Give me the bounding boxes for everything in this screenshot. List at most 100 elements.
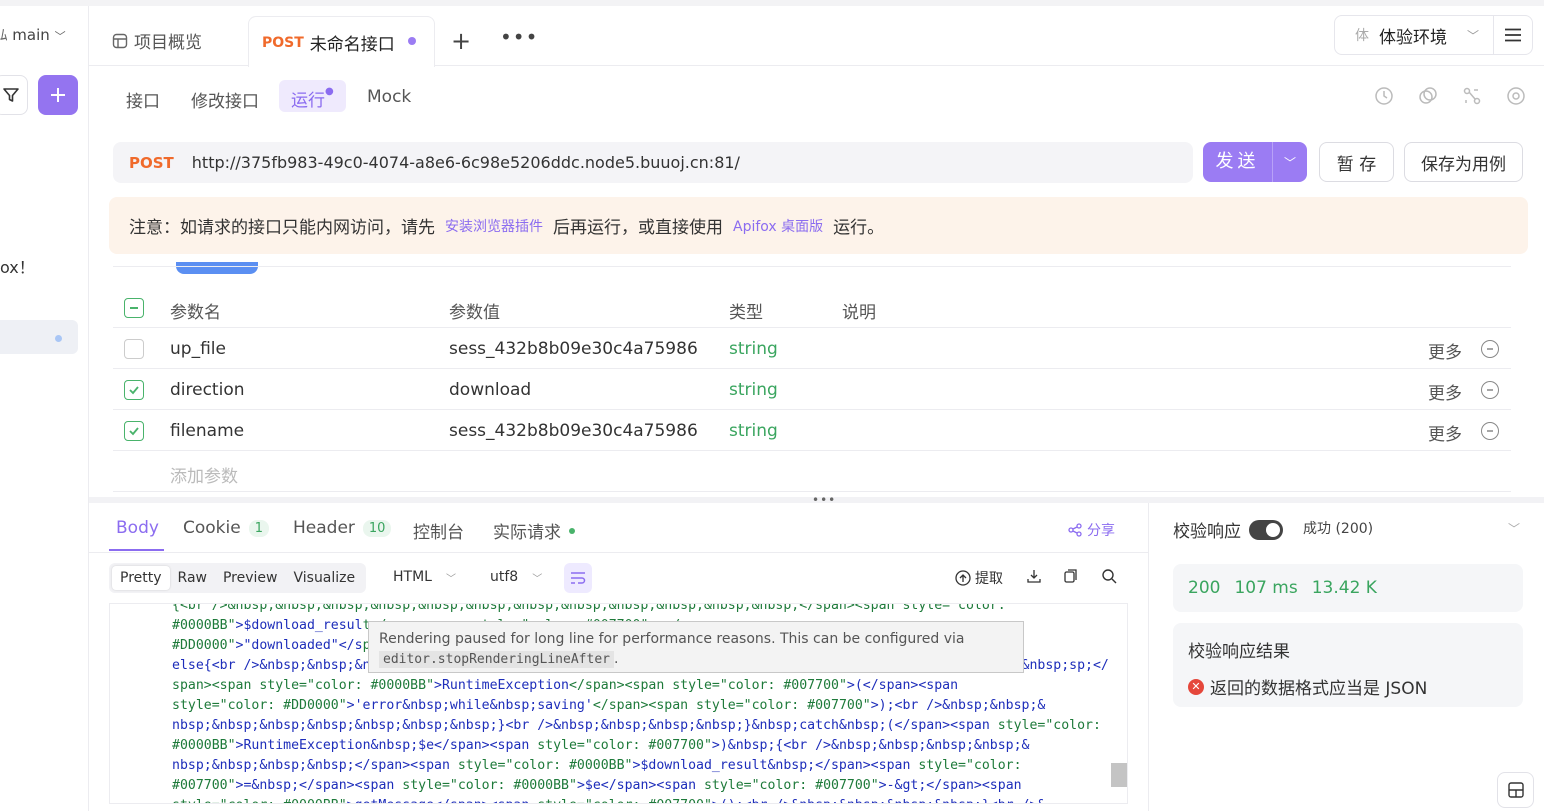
vertical-divider[interactable] [1148,503,1149,811]
extract-button[interactable]: 提取 [955,568,1003,588]
view-preview[interactable]: Preview [215,566,286,590]
tab-cookie[interactable]: Cookie 1 [183,518,269,538]
response-time: 107 ms [1234,578,1298,598]
notice-prefix: 注意：如请求的接口只能内网访问，请先 [129,218,435,238]
branch-icon: ﾑ [0,26,8,44]
environment-selector[interactable]: 体 体验环境 ﹀ [1334,15,1494,55]
tab-header[interactable]: Header 10 [293,518,392,538]
validate-title: 校验响应 [1173,522,1241,542]
save-as-case-button[interactable]: 保存为用例 [1404,142,1523,182]
row-checkbox[interactable] [124,339,144,359]
add-button[interactable] [38,75,78,115]
method-label[interactable]: POST [129,154,174,172]
more-button[interactable]: 更多 [1428,379,1462,404]
editor-tooltip: Rendering paused for long line for perfo… [368,621,1024,673]
response-stats: 200 107 ms 13.42 K [1173,564,1523,612]
url-bar[interactable]: POST http://375fb983-49c0-4074-a8e6-6c98… [113,142,1193,183]
remove-param-icon[interactable] [1481,381,1499,399]
more-tabs-button[interactable]: ••• [500,25,538,49]
tab-header-label: Header [293,518,355,538]
param-name[interactable]: filename [170,421,244,441]
select-all-checkbox[interactable] [124,298,144,318]
add-param-input[interactable]: 添加参数 [170,462,238,487]
param-value[interactable]: sess_432b8b09e30c4a75986b71 [449,421,699,441]
sidebar-item-dot [55,335,62,342]
menu-button[interactable] [1493,15,1533,55]
share-nodes-icon[interactable] [1461,85,1483,107]
subtab-run[interactable]: 运行● [279,80,346,112]
share-button[interactable]: 分享 [1068,520,1115,540]
table-divider [113,450,1511,451]
more-button[interactable]: 更多 [1428,338,1462,363]
code-token: >);<br />&nbsp;&nbsp;& [870,698,1046,713]
encoding-select[interactable]: utf8 ﹀ [490,569,542,585]
validate-toggle[interactable] [1249,519,1283,540]
save-temp-button[interactable]: 暂 存 [1319,142,1394,182]
layout-toggle-button[interactable] [1497,772,1534,808]
param-type[interactable]: string [729,421,778,441]
chevron-down-icon: ﹀ [445,573,456,585]
copy-icon[interactable] [1063,568,1079,584]
more-button[interactable]: 更多 [1428,420,1462,445]
param-value[interactable]: download [449,380,531,400]
install-plugin-link[interactable]: 安装浏览器插件 [445,216,543,236]
row-checkbox[interactable] [124,380,144,400]
subtab-mock[interactable]: Mock [357,85,421,109]
download-icon[interactable] [1026,568,1042,584]
param-name[interactable]: direction [170,380,245,400]
editor-scrollbar[interactable] [1111,763,1127,787]
tab-overview[interactable]: 项目概览 [112,28,202,53]
sidebar-item-selected[interactable] [0,320,78,354]
param-type[interactable]: string [729,339,778,359]
word-wrap-button[interactable] [564,563,592,593]
chevron-down-icon[interactable]: ﹀ [1273,154,1307,171]
code-token: style="color: #0000BB" [402,778,577,793]
tab-cookie-label: Cookie [183,518,241,538]
param-type[interactable]: string [729,380,778,400]
format-value: HTML [393,569,432,585]
url-input[interactable]: http://375fb983-49c0-4074-a8e6-6c98e5206… [192,153,740,172]
tab-body[interactable]: Body [116,518,159,538]
tooltip-text: Rendering paused for long line for perfo… [379,631,965,647]
drag-handle-icon[interactable]: ••• [812,493,836,507]
subtab-api[interactable]: 接口 [116,85,170,114]
add-tab-button[interactable]: + [451,27,471,55]
tab-console[interactable]: 控制台 [413,518,464,543]
view-raw[interactable]: Raw [170,566,215,590]
toolbar-icons [1373,85,1527,107]
format-select[interactable]: HTML ﹀ [393,569,456,585]
encoding-value: utf8 [490,569,519,585]
param-value[interactable]: sess_432b8b09e30c4a75986b71 [449,339,699,359]
remove-param-icon[interactable] [1481,422,1499,440]
tab-method: POST [262,34,304,51]
filter-button[interactable] [0,75,28,115]
search-icon[interactable] [1101,568,1117,584]
tab-divider [89,552,1148,553]
code-line: {<br />&nbsp;&nbsp;&nbsp;&nbsp;&nbsp;&nb… [172,604,1109,616]
notice-middle: 后再运行，或直接使用 [553,218,723,238]
code-token: style="color: #0000BB" [457,758,633,773]
table-divider [113,491,1511,492]
send-button[interactable]: 发送 ﹀ [1203,142,1307,182]
view-visualize[interactable]: Visualize [285,566,363,590]
extract-icon [955,570,971,586]
remove-param-icon[interactable] [1481,340,1499,358]
history-icon[interactable] [1373,85,1395,107]
row-checkbox[interactable] [124,421,144,441]
subtab-edit[interactable]: 修改接口 [181,85,269,114]
code-token: style="color: [997,718,1101,733]
param-name[interactable]: up_file [170,339,226,359]
view-pretty[interactable]: Pretty [112,566,170,590]
tab-active-content: POST 未命名接口 [262,30,395,56]
param-type-tab[interactable] [176,262,258,274]
tab-actual-request[interactable]: 实际请求 [493,518,575,543]
validate-status[interactable]: 成功 (200) [1303,518,1373,538]
tab-overview-label: 项目概览 [134,33,202,53]
code-token: style="color: [918,758,1022,773]
chevron-down-icon[interactable]: ﹀ [1508,520,1520,537]
settings-icon[interactable] [1505,85,1527,107]
copy-icon[interactable] [1417,85,1439,107]
desktop-app-link[interactable]: Apifox 桌面版 [733,216,823,236]
branch-selector[interactable]: ﾑ main ﹀ [0,24,66,45]
code-token: style="color: #DD0000" [172,698,347,713]
